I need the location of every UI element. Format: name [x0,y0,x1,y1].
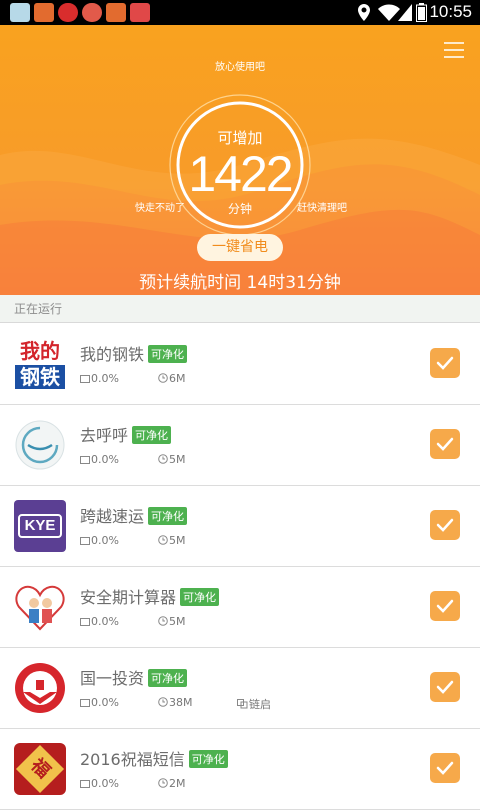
chain-start-icon [237,699,248,709]
clock-icon [158,616,168,626]
app-name: 国一投资 [80,669,145,688]
status-time: 10:55 [429,2,472,21]
cpu-icon [80,456,90,464]
select-checkbox[interactable] [430,591,460,621]
memory-usage: 6M [169,372,186,385]
notification-icon [10,3,30,22]
clock-icon [158,454,168,464]
memory-usage: 5M [169,534,186,547]
notification-icon [82,3,102,22]
select-checkbox[interactable] [430,348,460,378]
icon-text: 福 [15,744,65,794]
app-name: 我的钢铁 [80,345,145,364]
select-checkbox[interactable] [430,753,460,783]
list-item[interactable]: 去呼呼 可净化 0.0% 5M [0,405,480,486]
notification-icon [34,3,54,22]
memory-usage: 5M [169,453,186,466]
running-app-list: 我的 钢铁 我的钢铁 可净化 0.0% 6M 去呼呼 可净化 0.0% 5M KYE… [0,324,480,810]
notification-icon [130,3,150,22]
icon-text: 钢铁 [15,365,65,389]
icon-text: 我的 [20,339,60,363]
battery-hero: 放心使用吧 快走不动了 赶快清理吧 可增加 1422 分钟 一键省电 预计续航时… [0,25,480,295]
cpu-usage: 0.0% [91,777,119,790]
cpu-usage: 0.0% [91,615,119,628]
cpu-icon [80,375,90,383]
cpu-icon [80,537,90,545]
clock-icon [158,778,168,788]
cpu-usage: 0.0% [91,696,119,709]
cpu-usage: 0.0% [91,453,119,466]
cpu-usage: 0.0% [91,372,119,385]
app-icon-safe-period [14,581,66,633]
cleanable-badge: 可净化 [148,345,188,363]
status-bar: 10:55 [0,0,480,25]
list-item[interactable]: KYE 跨越速运 可净化 0.0% 5M [0,486,480,567]
list-item[interactable]: 安全期计算器 可净化 0.0% 5M [0,567,480,648]
list-item[interactable]: 我的 钢铁 我的钢铁 可净化 0.0% 6M [0,324,480,405]
clock-icon [158,373,168,383]
icon-text: KYE [18,514,62,538]
battery-estimate: 预计续航时间 14时31分钟 [139,273,341,293]
memory-usage: 2M [169,777,186,790]
cpu-icon [80,780,90,788]
gauge-unit: 分钟 [227,202,252,216]
list-item[interactable]: 国一投资 可净化 0.0% 38M 链启 [0,648,480,729]
list-item[interactable]: 福 2016祝福短信 可净化 0.0% 2M [0,729,480,810]
select-checkbox[interactable] [430,672,460,702]
notification-icon [106,3,126,22]
chain-start-label: 链启 [249,698,271,711]
memory-usage: 38M [169,696,193,709]
app-name: 去呼呼 [80,426,129,445]
signal-icon [398,4,412,21]
app-icon-steel: 我的 钢铁 [14,338,66,390]
cleanable-badge: 可净化 [180,588,220,606]
select-checkbox[interactable] [430,429,460,459]
cleanable-badge: 可净化 [148,669,188,687]
notification-icon [58,3,78,22]
cleanable-badge: 可净化 [132,426,172,444]
running-section-header: 正在运行 [0,295,480,323]
select-checkbox[interactable] [430,510,460,540]
cleanable-badge: 可净化 [148,507,188,525]
app-icon-blessing-sms: 福 [14,743,66,795]
app-name: 安全期计算器 [80,588,177,607]
cpu-icon [80,618,90,626]
cpu-usage: 0.0% [91,534,119,547]
menu-icon[interactable] [444,42,464,58]
battery-gauge: 可增加 1422 分钟 [166,91,314,239]
one-click-save-button[interactable]: 一键省电 [197,234,283,261]
clock-icon [158,697,168,707]
cpu-icon [80,699,90,707]
app-icon-quhuhu [14,419,66,471]
gauge-value: 1422 [188,146,293,202]
clock-icon [158,535,168,545]
memory-usage: 5M [169,615,186,628]
app-icon-guoyi [14,662,66,714]
tip-good: 放心使用吧 [215,62,265,73]
location-icon [358,4,370,21]
wifi-icon [378,4,400,21]
app-name: 跨越速运 [80,507,145,526]
cleanable-badge: 可净化 [188,750,228,768]
app-icon-kye: KYE [14,500,66,552]
battery-icon [416,3,427,22]
app-name: 2016祝福短信 [80,750,185,769]
